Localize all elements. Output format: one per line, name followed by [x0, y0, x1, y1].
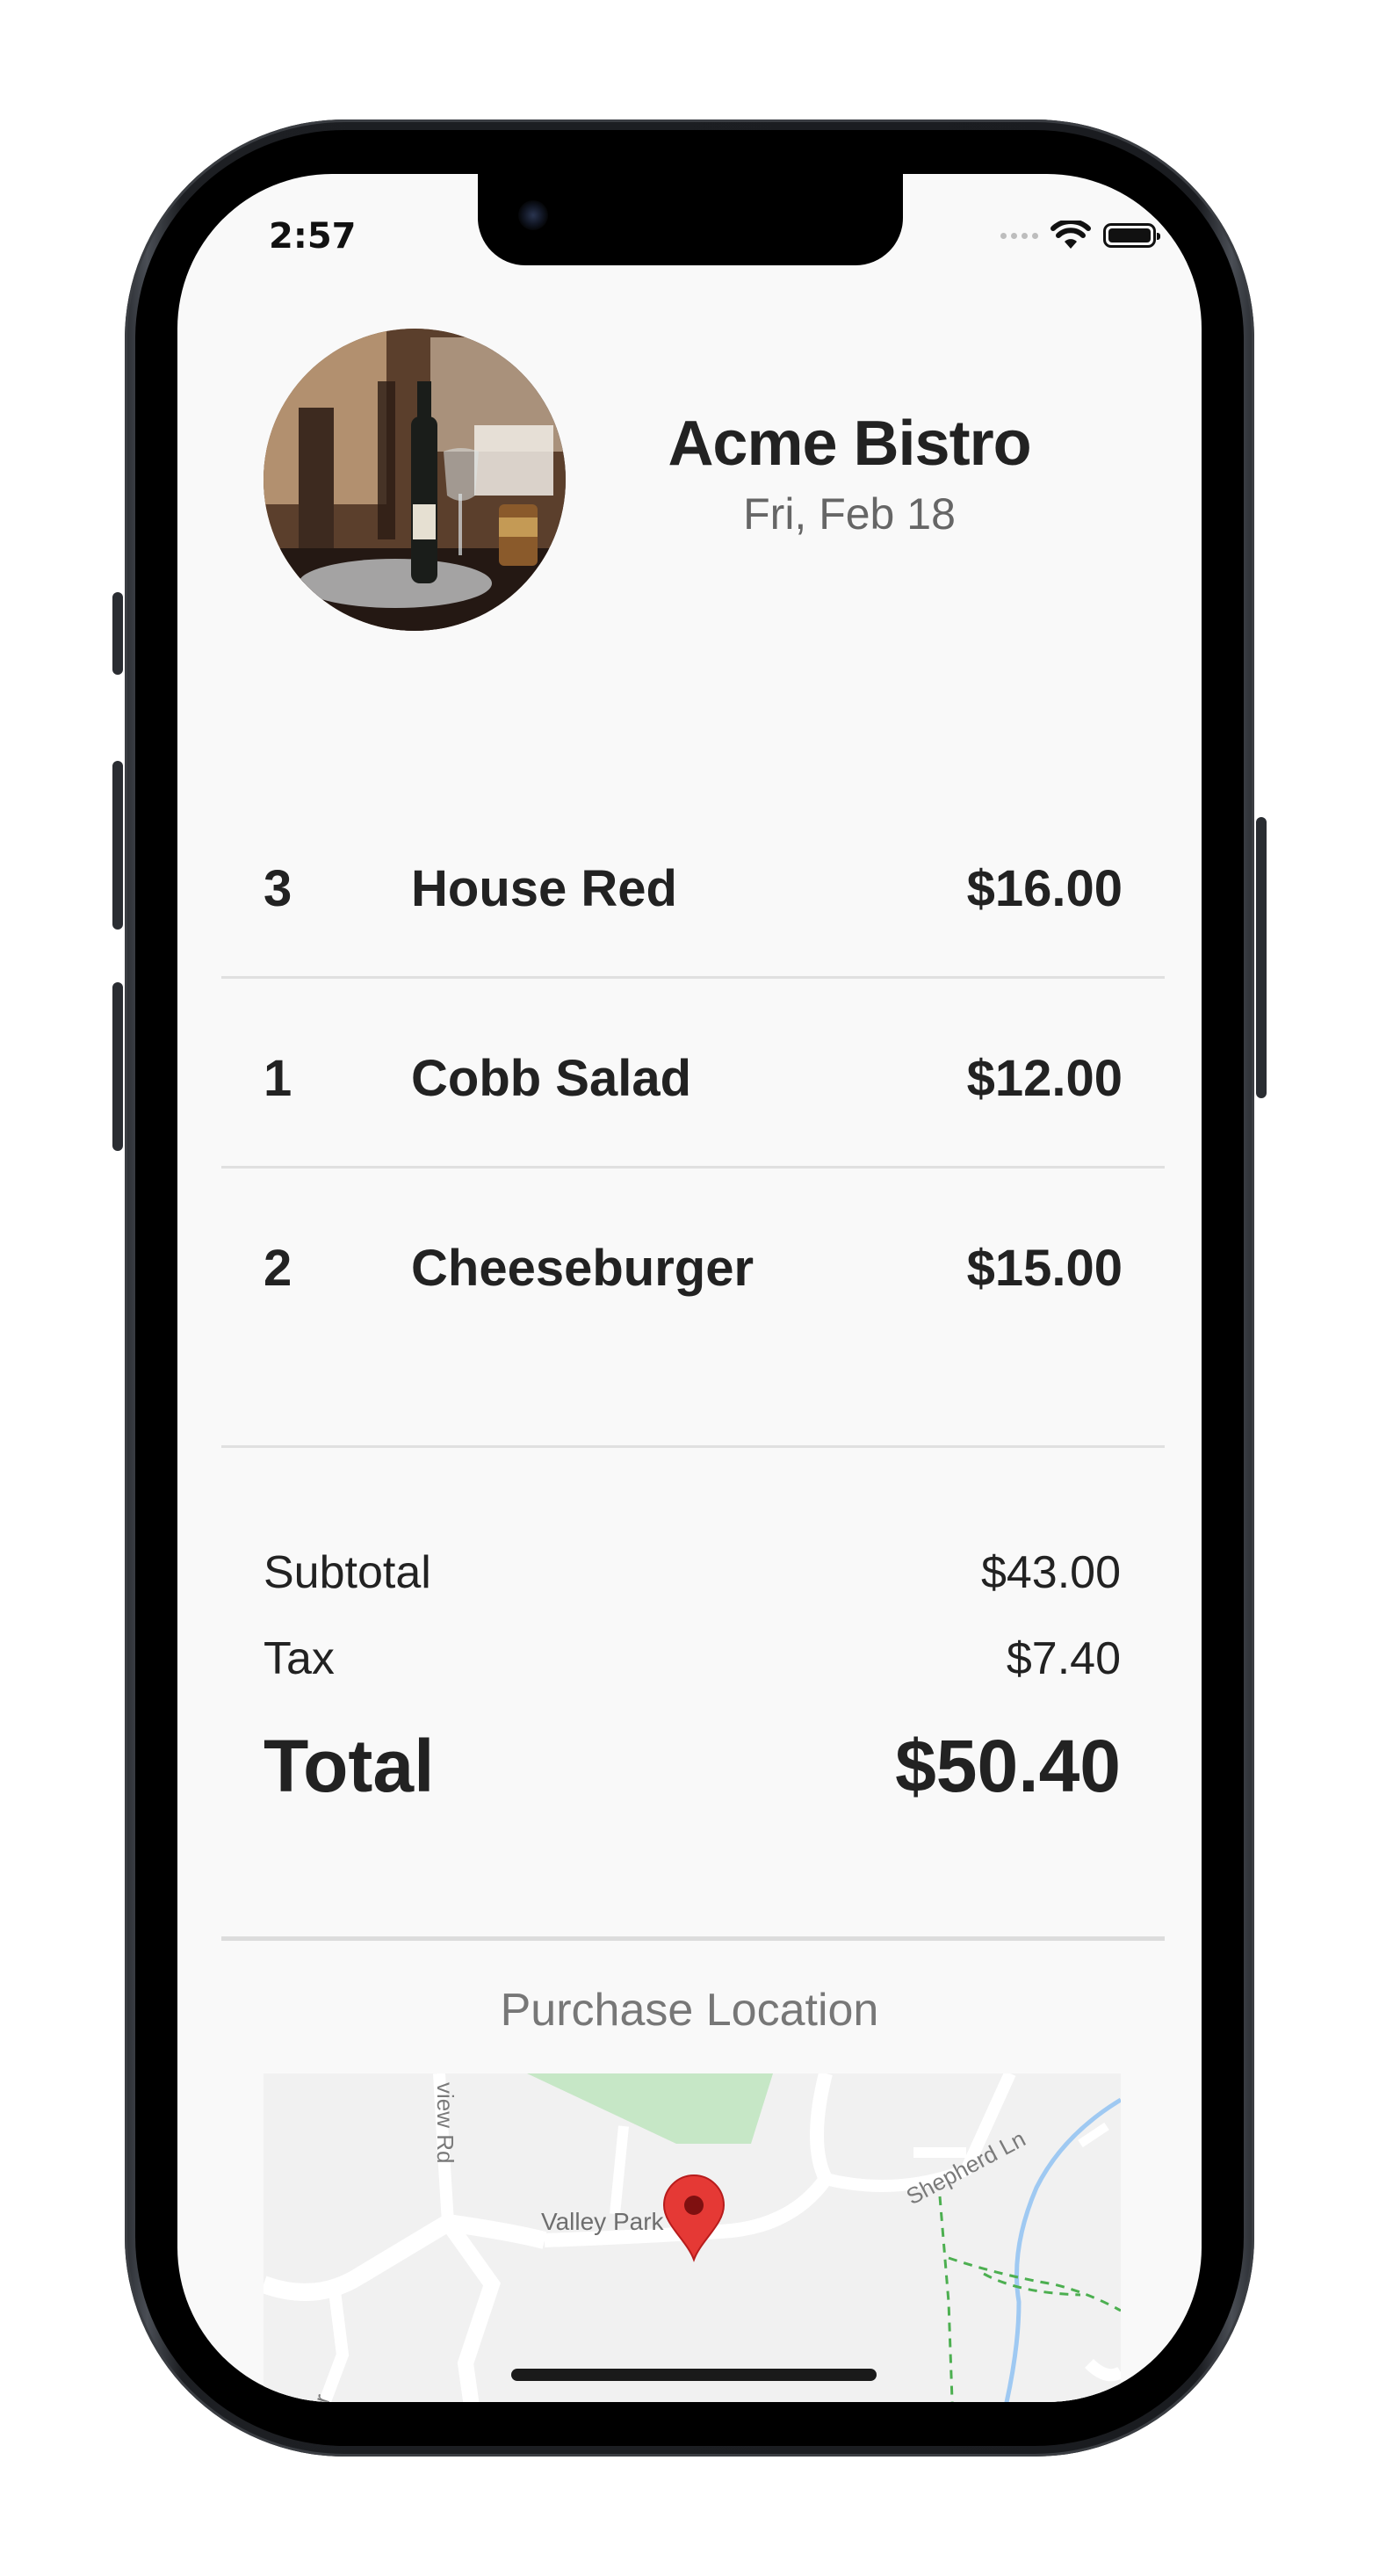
home-indicator[interactable] — [511, 2369, 877, 2381]
item-quantity: 1 — [264, 1050, 292, 1107]
item-price: $16.00 — [966, 860, 1123, 917]
line-item: 2 Cheeseburger $15.00 — [221, 1169, 1165, 1448]
item-name: House Red — [411, 860, 677, 917]
totals-summary: Subtotal $43.00 Tax $7.40 Total $50.40 — [264, 1546, 1121, 1838]
status-time: 2:57 — [269, 216, 357, 257]
section-divider — [221, 1936, 1165, 1941]
wifi-icon — [1050, 221, 1091, 249]
subtotal-label: Subtotal — [264, 1547, 431, 1598]
map-road-label: view Rd — [432, 2082, 458, 2163]
front-camera-icon — [518, 200, 548, 230]
map-road-label: Valley Park — [541, 2208, 665, 2235]
app-screen: 2:57 Acme Bistro Fri, Feb 18 3 House Red… — [177, 174, 1202, 2402]
subtotal-value: $43.00 — [980, 1547, 1121, 1598]
item-quantity: 2 — [264, 1240, 292, 1297]
purchase-location-map[interactable]: view Rd Valley Park Shepherd Ln Dr — [264, 2073, 1121, 2402]
notch — [478, 174, 903, 265]
total-label: Total — [264, 1725, 435, 1807]
restaurant-name: Acme Bistro — [668, 409, 1031, 479]
tax-row: Tax $7.40 — [264, 1632, 1121, 1719]
status-icons — [1000, 218, 1160, 253]
line-items-list: 3 House Red $16.00 1 Cobb Salad $12.00 2… — [221, 789, 1165, 1448]
item-price: $15.00 — [966, 1240, 1123, 1297]
item-name: Cheeseburger — [411, 1240, 754, 1297]
total-row: Total $50.40 — [264, 1724, 1121, 1838]
total-value: $50.40 — [895, 1725, 1121, 1807]
restaurant-photo — [264, 329, 566, 631]
side-button-silent — [112, 592, 123, 675]
tax-label: Tax — [264, 1633, 335, 1684]
item-price: $12.00 — [966, 1050, 1123, 1107]
subtotal-row: Subtotal $43.00 — [264, 1546, 1121, 1632]
side-button-volume-down — [112, 982, 123, 1151]
purchase-location-title: Purchase Location — [500, 1985, 879, 2036]
line-item: 3 House Red $16.00 — [221, 789, 1165, 979]
side-button-volume-up — [112, 761, 123, 930]
side-button-power — [1256, 817, 1267, 1098]
order-date: Fri, Feb 18 — [743, 489, 956, 539]
battery-icon — [1103, 223, 1160, 248]
signal-dots-icon — [1000, 232, 1038, 239]
item-quantity: 3 — [264, 860, 292, 917]
tax-value: $7.40 — [1006, 1633, 1121, 1684]
line-item: 1 Cobb Salad $12.00 — [221, 979, 1165, 1169]
item-name: Cobb Salad — [411, 1050, 692, 1107]
